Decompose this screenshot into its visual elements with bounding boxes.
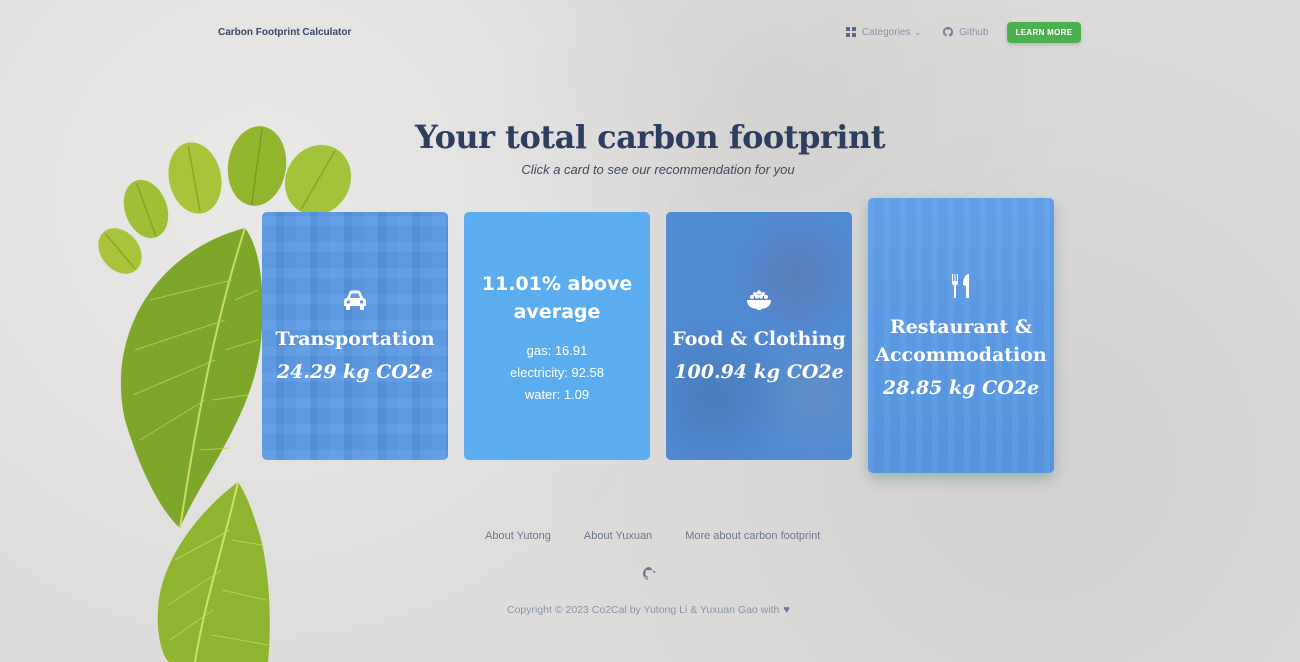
heart-icon: ♥ bbox=[783, 604, 790, 616]
food-clothing-card[interactable]: Food & Clothing 100.94 kg CO2e bbox=[666, 212, 852, 460]
average-card[interactable]: 11.01% above average gas: 16.91 electric… bbox=[464, 212, 650, 460]
copyright-text: Copyright © 2023 Co2Cal by Yutong Li & Y… bbox=[507, 604, 780, 616]
copyright: Copyright © 2023 Co2Cal by Yutong Li & Y… bbox=[507, 604, 790, 616]
page-subtitle: Click a card to see our recommendation f… bbox=[521, 162, 795, 177]
categories-dropdown[interactable]: Categories ⌄ bbox=[846, 27, 921, 38]
github-icon[interactable] bbox=[643, 567, 656, 580]
average-breakdown: gas: 16.91 electricity: 92.58 water: 1.0… bbox=[510, 336, 604, 402]
navbar: Carbon Footprint Calculator Categories ⌄… bbox=[0, 0, 1300, 64]
leaf-footprint-illustration bbox=[98, 126, 352, 662]
water-value: water: 1.09 bbox=[524, 387, 590, 402]
nav-links: Categories ⌄ Github bbox=[846, 22, 1011, 42]
food-clothing-title: Food & Clothing bbox=[672, 328, 846, 350]
average-title-line2: average bbox=[513, 301, 601, 323]
gas-value: gas: 16.91 bbox=[526, 343, 588, 358]
more-about-carbon-link[interactable]: More about carbon footprint bbox=[685, 530, 820, 542]
transportation-card[interactable]: Transportation 24.29 kg CO2e bbox=[262, 212, 448, 460]
github-label: Github bbox=[959, 26, 989, 38]
restaurant-title-line1: Restaurant & bbox=[889, 315, 1033, 338]
about-yuxuan-link[interactable]: About Yuxuan bbox=[584, 530, 652, 542]
footer-links: About Yutong About Yuxuan More about car… bbox=[485, 530, 853, 542]
github-icon bbox=[943, 27, 954, 37]
transportation-value: 24.29 kg CO2e bbox=[276, 361, 434, 383]
brand-link[interactable]: Carbon Footprint Calculator bbox=[218, 27, 351, 38]
rice-bowl-icon bbox=[746, 290, 771, 310]
grid-icon bbox=[846, 27, 856, 37]
about-yutong-link[interactable]: About Yutong bbox=[485, 530, 551, 542]
food-clothing-value: 100.94 kg CO2e bbox=[674, 361, 844, 383]
restaurant-accommodation-card[interactable]: Restaurant & Accommodation 28.85 kg CO2e bbox=[868, 198, 1054, 473]
electricity-value: electricity: 92.58 bbox=[510, 365, 604, 380]
utensils-icon bbox=[951, 273, 969, 298]
categories-label: Categories bbox=[862, 26, 911, 38]
average-title-line1: 11.01% above bbox=[481, 273, 633, 295]
car-icon bbox=[344, 290, 366, 310]
restaurant-title-line2: Accommodation bbox=[875, 343, 1047, 366]
page-title: Your total carbon footprint bbox=[415, 118, 885, 156]
transportation-title: Transportation bbox=[275, 328, 435, 350]
learn-more-button[interactable]: LEARN MORE bbox=[1007, 22, 1081, 43]
chevron-down-icon: ⌄ bbox=[914, 27, 922, 37]
github-link[interactable]: Github bbox=[943, 26, 989, 38]
restaurant-value: 28.85 kg CO2e bbox=[882, 376, 1040, 399]
